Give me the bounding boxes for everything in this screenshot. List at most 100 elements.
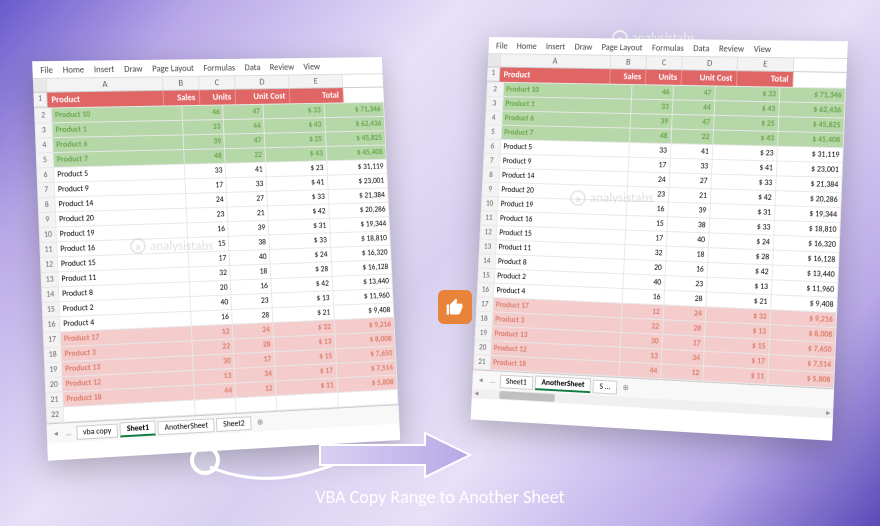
cell-total[interactable]: $ 45,825 bbox=[325, 131, 386, 147]
cell-sales[interactable]: 33 bbox=[628, 143, 670, 159]
ribbon-tab-data[interactable]: Data bbox=[693, 43, 710, 54]
cell-total[interactable]: $ 16,320 bbox=[330, 245, 391, 262]
cell-units[interactable]: 38 bbox=[667, 217, 710, 233]
row-number[interactable]: 8 bbox=[38, 197, 55, 212]
cell-units[interactable]: 41 bbox=[225, 162, 266, 178]
row-number[interactable]: 22 bbox=[46, 407, 63, 423]
col-letter[interactable]: B bbox=[611, 56, 647, 69]
col-letter[interactable]: C bbox=[646, 56, 682, 69]
col-letter[interactable]: A bbox=[47, 77, 164, 91]
col-letter[interactable]: B bbox=[163, 77, 200, 90]
cell-unitcost[interactable]: $ 31 bbox=[268, 218, 329, 234]
cell-sales[interactable]: 33 bbox=[630, 99, 672, 114]
cell-sales[interactable]: 23 bbox=[187, 207, 228, 223]
row-number[interactable]: 2 bbox=[35, 108, 52, 123]
row-number[interactable]: 11 bbox=[40, 242, 57, 258]
row-number[interactable]: 2 bbox=[487, 82, 504, 97]
add-sheet-icon[interactable]: ⊕ bbox=[619, 382, 633, 393]
cell-units[interactable]: 47 bbox=[672, 85, 715, 100]
cell-sales[interactable]: 33 bbox=[183, 120, 224, 135]
sheet-tab-vba-copy[interactable]: vba copy bbox=[76, 423, 119, 439]
cell-sales[interactable]: 44 bbox=[619, 362, 661, 379]
ribbon-tab-formulas[interactable]: Formulas bbox=[203, 63, 235, 74]
row-number[interactable]: 11 bbox=[481, 211, 498, 226]
cell-units[interactable]: 47 bbox=[671, 114, 714, 130]
cell-total[interactable]: $ 45,408 bbox=[777, 131, 843, 147]
cell-sales[interactable]: 39 bbox=[630, 114, 672, 129]
row-number[interactable]: 4 bbox=[485, 111, 502, 126]
row-number[interactable]: 18 bbox=[476, 311, 493, 326]
ribbon-tab-file[interactable]: File bbox=[496, 41, 508, 52]
cell-unitcost[interactable]: $ 33 bbox=[263, 103, 324, 119]
row-number[interactable]: 4 bbox=[36, 138, 53, 153]
cell-units[interactable]: 39 bbox=[228, 220, 269, 236]
cell-units[interactable]: 17 bbox=[234, 352, 275, 369]
cell-units[interactable]: 47 bbox=[224, 133, 265, 148]
row-number[interactable]: 10 bbox=[481, 196, 498, 211]
row-number[interactable]: 14 bbox=[42, 287, 59, 303]
ribbon-tab-draw[interactable]: Draw bbox=[124, 64, 143, 75]
col-letter[interactable]: D bbox=[235, 75, 290, 88]
sheet-tab-sheet1[interactable]: Sheet1 bbox=[120, 420, 156, 437]
cell-units[interactable]: 38 bbox=[229, 235, 270, 251]
ribbon-tab-review[interactable]: Review bbox=[719, 44, 745, 55]
row-number[interactable]: 21 bbox=[474, 354, 491, 369]
row-number[interactable]: 12 bbox=[480, 225, 497, 240]
cell-units[interactable]: 33 bbox=[669, 158, 712, 174]
row-number[interactable]: 5 bbox=[485, 125, 502, 140]
ribbon-tab-file[interactable]: File bbox=[40, 65, 53, 76]
cell-sales[interactable]: 40 bbox=[190, 295, 231, 311]
cell-units[interactable]: 22 bbox=[225, 148, 266, 163]
sheet-tab-sheet2[interactable]: Sheet2 bbox=[216, 416, 251, 432]
add-sheet-icon[interactable]: ⊕ bbox=[253, 417, 267, 428]
cell-units[interactable] bbox=[236, 396, 277, 413]
col-letter[interactable] bbox=[488, 54, 501, 67]
cell-sales[interactable]: 17 bbox=[628, 157, 670, 173]
cell-sales[interactable]: 17 bbox=[185, 178, 226, 194]
row-number[interactable]: 21 bbox=[46, 392, 63, 408]
cell-sales[interactable]: 46 bbox=[182, 105, 223, 120]
nav-first-icon[interactable]: ◂ bbox=[51, 428, 61, 439]
cell-total[interactable]: $ 45,408 bbox=[326, 145, 387, 161]
cell-unitcost[interactable]: $ 24 bbox=[270, 247, 331, 264]
row-number[interactable]: 15 bbox=[478, 268, 495, 283]
cell-total[interactable]: $ 20,286 bbox=[328, 202, 389, 218]
cell-units[interactable]: 16 bbox=[665, 261, 708, 277]
cell-units[interactable]: 39 bbox=[667, 202, 710, 218]
row-number[interactable]: 17 bbox=[476, 297, 493, 312]
col-letter[interactable]: E bbox=[738, 58, 795, 72]
row-number[interactable]: 7 bbox=[37, 182, 54, 197]
cell-sales[interactable]: 12 bbox=[192, 324, 233, 341]
cell-total[interactable]: $ 62,436 bbox=[778, 102, 844, 118]
cell-units[interactable]: 23 bbox=[231, 293, 272, 309]
ribbon-tab-review[interactable]: Review bbox=[270, 62, 295, 73]
cell-sales[interactable]: 33 bbox=[185, 163, 226, 179]
cell-sales[interactable]: 20 bbox=[623, 259, 665, 275]
ribbon-tab-page-layout[interactable]: Page Layout bbox=[152, 63, 194, 74]
cell-units[interactable]: 44 bbox=[223, 119, 264, 134]
row-number[interactable]: 16 bbox=[43, 317, 60, 333]
scroll-right-icon[interactable]: ▸ bbox=[823, 408, 833, 419]
nav-prev-icon[interactable]: … bbox=[487, 375, 498, 385]
cell-sales[interactable]: 48 bbox=[629, 128, 671, 144]
cell-total[interactable]: $ 23,001 bbox=[327, 174, 388, 190]
cell-sales[interactable]: 32 bbox=[189, 266, 230, 282]
cell-total[interactable]: $ 71,346 bbox=[779, 87, 845, 103]
scroll-left-icon[interactable]: ◂ bbox=[472, 389, 482, 399]
row-number[interactable]: 19 bbox=[475, 326, 492, 341]
cell-sales[interactable]: 48 bbox=[184, 149, 225, 165]
ribbon-tab-page-layout[interactable]: Page Layout bbox=[601, 42, 642, 53]
row-number[interactable]: 13 bbox=[41, 272, 58, 288]
scrollbar-thumb[interactable] bbox=[499, 391, 555, 402]
cell-sales[interactable] bbox=[195, 398, 236, 415]
row-number[interactable]: 20 bbox=[474, 340, 491, 355]
ribbon-tab-home[interactable]: Home bbox=[516, 41, 537, 52]
sheet-tab-s-...[interactable]: S ... bbox=[593, 379, 618, 394]
cell-total[interactable]: $ 21,384 bbox=[328, 188, 389, 204]
cell-sales[interactable]: 44 bbox=[194, 383, 235, 400]
cell-units[interactable]: 22 bbox=[671, 129, 714, 145]
cell-sales[interactable]: 24 bbox=[627, 172, 669, 188]
cell-sales[interactable]: 30 bbox=[193, 354, 234, 371]
row-number[interactable]: 6 bbox=[37, 167, 54, 182]
cell-unitcost[interactable]: $ 41 bbox=[266, 175, 327, 191]
